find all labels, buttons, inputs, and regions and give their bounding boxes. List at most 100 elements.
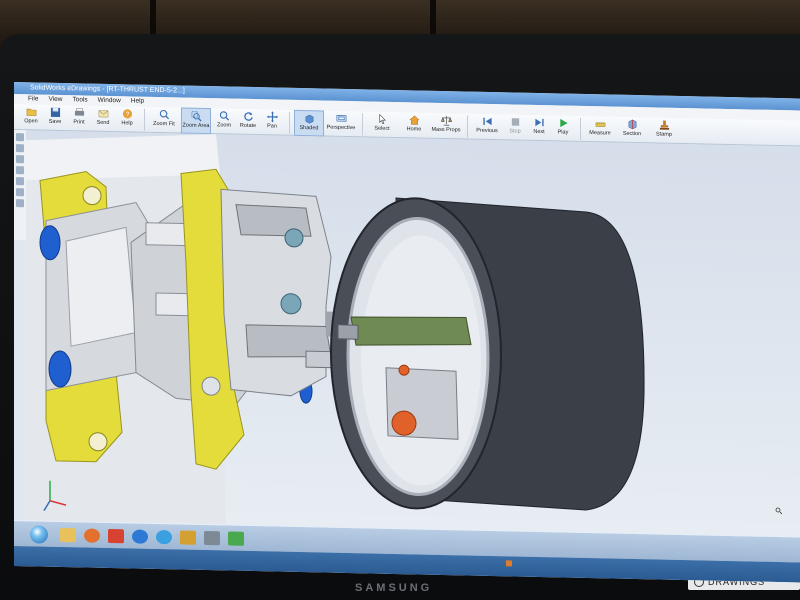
config-icon[interactable] (16, 188, 24, 197)
browser-icon[interactable] (132, 528, 148, 544)
bracket-hole (88, 432, 108, 452)
blue-cap (39, 225, 61, 261)
zoom-label: Zoom (216, 122, 232, 129)
section-label: Section (622, 130, 642, 138)
search-icon[interactable] (16, 144, 24, 153)
open-label: Open (24, 118, 38, 125)
hex-bolt (280, 293, 302, 315)
rotate-button[interactable]: Rotate (237, 109, 259, 135)
explorer-icon[interactable] (60, 527, 76, 542)
play-label: Play (557, 129, 569, 136)
folder-open-icon (26, 108, 36, 116)
mass-props-icon (440, 115, 452, 126)
previous-icon (482, 117, 492, 126)
tray-icon[interactable] (506, 560, 512, 567)
measure-button[interactable]: Measure (585, 116, 615, 143)
pan-icon (266, 111, 278, 123)
select-arrow-icon (378, 113, 386, 125)
section-icon (628, 119, 636, 130)
open-button[interactable]: Open (20, 104, 42, 130)
wheel-hub-face (361, 235, 481, 486)
measure-label: Measure (589, 130, 611, 137)
save-icon (50, 107, 60, 118)
perspective-label: Perspective (326, 124, 356, 132)
select-label: Select (374, 125, 390, 132)
pan-label: Pan (267, 123, 277, 130)
menu-window[interactable]: Window (98, 96, 121, 106)
zoom-area-button[interactable]: Zoom Area (181, 107, 211, 135)
send-button[interactable]: Send (92, 106, 114, 132)
mouse-cursor-icon (775, 507, 782, 515)
previous-label: Previous (476, 127, 498, 135)
menu-file[interactable]: File (28, 94, 38, 104)
zoom-fit-button[interactable]: Zoom Fit (149, 107, 179, 134)
zoom-area-label: Zoom Area (182, 122, 210, 130)
assembly-model[interactable] (26, 130, 800, 536)
mass-props-button[interactable]: Mass Props (431, 113, 461, 140)
stamp-icon (659, 120, 669, 130)
toolbar-divider (467, 115, 468, 138)
toolbar-divider (580, 117, 581, 140)
edrawings-taskbar-icon[interactable] (228, 530, 244, 546)
svg-text:?: ? (125, 111, 129, 118)
print-icon (74, 107, 84, 116)
select-button[interactable]: Select (367, 111, 397, 138)
rotate-icon (243, 112, 253, 121)
play-button[interactable]: Play (552, 115, 574, 141)
stop-icon (511, 118, 519, 126)
play-icon (559, 118, 568, 128)
home-label: Home (406, 126, 422, 133)
folder-icon[interactable] (180, 529, 196, 545)
toolbar-divider (289, 111, 290, 134)
perspective-button[interactable]: Perspective (326, 111, 356, 138)
start-button-icon[interactable] (30, 524, 48, 544)
save-button[interactable]: Save (44, 105, 66, 131)
zoom-icon (219, 111, 229, 121)
user-app-icon[interactable] (204, 530, 220, 545)
pan-button[interactable]: Pan (261, 109, 283, 135)
toolbar-divider (144, 108, 145, 131)
next-label: Next (533, 128, 545, 136)
layers-icon[interactable] (16, 155, 24, 164)
markup-icon[interactable] (16, 166, 24, 175)
previous-button[interactable]: Previous (472, 114, 502, 141)
hex-bolt (284, 228, 304, 248)
perspective-icon (336, 115, 346, 122)
properties-icon[interactable] (16, 177, 24, 186)
print-button[interactable]: Print (68, 105, 90, 131)
app-icon[interactable] (108, 528, 124, 543)
shaded-button[interactable]: Shaded (294, 109, 324, 137)
help-icon: ? (122, 109, 132, 119)
shaft-nut (337, 324, 359, 340)
model-viewport[interactable] (26, 130, 800, 537)
zoom-button[interactable]: Zoom (213, 108, 235, 134)
stop-button[interactable]: Stop (504, 114, 526, 140)
next-icon (534, 118, 544, 127)
shaded-icon (305, 114, 313, 124)
menu-view[interactable]: View (48, 95, 62, 105)
section-button[interactable]: Section (617, 117, 647, 144)
bracket-hole (82, 186, 102, 206)
next-button[interactable]: Next (528, 115, 550, 141)
menu-help[interactable]: Help (131, 96, 144, 106)
stamp-button[interactable]: Stamp (649, 117, 679, 144)
zoom-area-icon (190, 111, 202, 122)
stamp-label: Stamp (656, 131, 672, 138)
home-icon (408, 115, 420, 125)
tree-icon[interactable] (16, 133, 24, 142)
housing-face (65, 226, 137, 347)
green-shaft (350, 316, 472, 346)
skype-icon[interactable] (156, 529, 172, 544)
zoom-fit-icon (159, 109, 169, 120)
shaded-label: Shaded (299, 124, 319, 132)
help-label: Help (121, 120, 133, 127)
home-button[interactable]: Home (399, 112, 429, 139)
menu-tools[interactable]: Tools (72, 95, 87, 105)
bolt-head (201, 376, 221, 396)
sheets-icon[interactable] (16, 199, 24, 208)
toolbar-divider (362, 113, 363, 136)
help-button[interactable]: ? Help (116, 106, 138, 132)
blue-cap (48, 350, 72, 388)
media-player-icon[interactable] (84, 527, 100, 543)
screen: SolidWorks eDrawings - [RT-THRUST END-5-… (14, 82, 800, 583)
